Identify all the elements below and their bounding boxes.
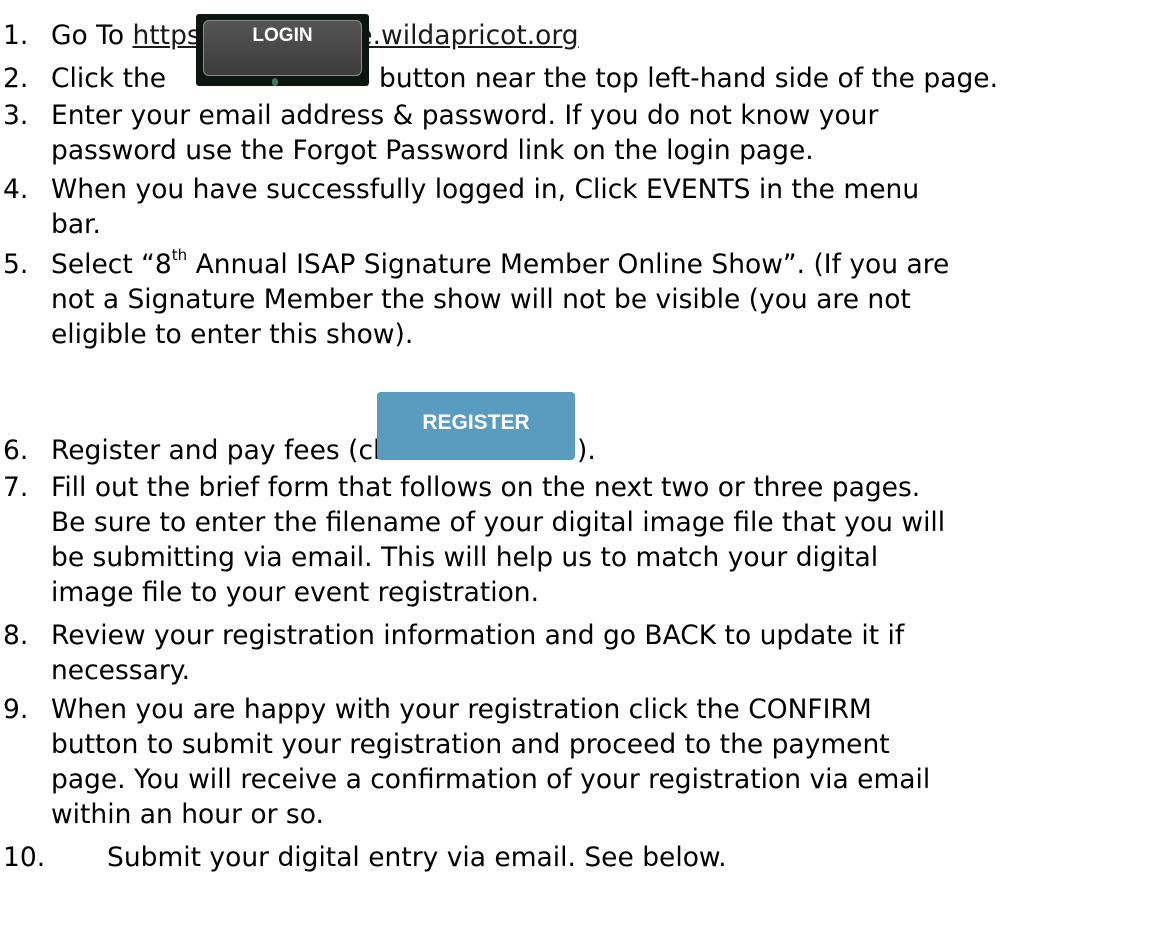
step-text-before: Click the	[51, 63, 167, 94]
step-line: within an hour or so.	[51, 799, 324, 830]
step-5-pre: Select “8	[51, 249, 172, 280]
step-4: 4. When you have successfully logged in,…	[0, 172, 1168, 242]
step-line: page. You will receive a confirmation of…	[51, 764, 931, 795]
clipped-line	[0, 0, 1168, 17]
step-line: button to submit your registration and p…	[51, 729, 890, 760]
step-line: Fill out the brief form that follows on …	[51, 472, 921, 503]
login-button: LOGIN	[203, 20, 362, 76]
login-button-image: LOGIN	[196, 14, 369, 86]
step-5-post: Annual ISAP Signature Member Online Show…	[187, 249, 950, 280]
step-line: image file to your event registration.	[51, 577, 539, 608]
step-line: Enter your email address & password. If …	[51, 100, 879, 131]
step-text-before: Register and pay fees (click	[51, 435, 418, 466]
step-9: 9. When you are happy with your registra…	[0, 692, 1168, 832]
register-button: REGISTER	[377, 392, 575, 460]
step-1: 1. Go To https://isap-online.wildapricot…	[0, 18, 1168, 53]
step-text-after: ).	[577, 435, 596, 466]
step-number: 5.	[3, 249, 29, 280]
step-line: be submitting via email. This will help …	[51, 542, 879, 573]
step-number: 6.	[3, 435, 29, 466]
step-10: 10. Submit your digital entry via email.…	[0, 840, 1168, 875]
step-number: 9.	[3, 694, 29, 725]
step-line: Be sure to enter the filename of your di…	[51, 507, 946, 538]
step-line: When you are happy with your registratio…	[51, 694, 872, 725]
step-8: 8. Review your registration information …	[0, 618, 1168, 688]
step-text-after: button near the top left-hand side of th…	[379, 63, 999, 94]
step-line: When you have successfully logged in, Cl…	[51, 174, 920, 205]
step-line: Submit your digital entry via email. See…	[107, 842, 727, 873]
step-line: not a Signature Member the show will not…	[51, 284, 911, 315]
step-number: 8.	[3, 620, 29, 651]
step-line: password use the Forgot Password link on…	[51, 135, 814, 166]
step-2: 2. Click the button near the top left-ha…	[0, 61, 1168, 96]
step-number: 3.	[3, 100, 29, 131]
step-line: Select “8th Annual ISAP Signature Member…	[51, 247, 949, 282]
step-line: bar.	[51, 209, 101, 240]
step-number: 1.	[3, 20, 29, 51]
step-line: Review your registration information and…	[51, 620, 905, 651]
glow-mark	[272, 78, 278, 86]
step-line: eligible to enter this show).	[51, 319, 414, 350]
superscript: th	[171, 246, 188, 265]
step-number: 4.	[3, 174, 29, 205]
step-7: 7. Fill out the brief form that follows …	[0, 470, 1168, 610]
step-line: necessary.	[51, 655, 191, 686]
step-number: 10.	[3, 842, 46, 873]
step-number: 7.	[3, 472, 29, 503]
step-number: 2.	[3, 63, 29, 94]
step-3: 3. Enter your email address & password. …	[0, 98, 1168, 168]
step-6: 6. Register and pay fees (click ).	[0, 433, 1168, 468]
step-5: 5. Select “8th Annual ISAP Signature Mem…	[0, 247, 1168, 352]
step-1-text: Go To	[51, 20, 133, 51]
